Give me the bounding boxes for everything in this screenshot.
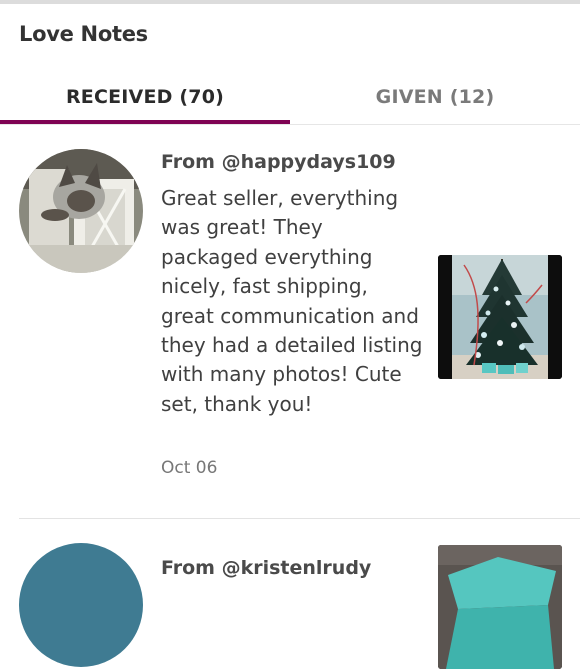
note-divider bbox=[19, 518, 580, 519]
page-title: Love Notes bbox=[19, 22, 148, 46]
avatar[interactable] bbox=[19, 543, 143, 667]
avatar[interactable] bbox=[19, 149, 143, 273]
listing-thumbnail[interactable] bbox=[438, 255, 562, 379]
tab-received-label: RECEIVED (70) bbox=[65, 86, 225, 108]
tabs-divider bbox=[0, 124, 580, 125]
tab-given[interactable]: GIVEN (12) bbox=[290, 70, 580, 124]
note-sender[interactable]: From @kristenlrudy bbox=[161, 557, 371, 579]
top-divider bbox=[0, 0, 580, 4]
note-message: Great seller, everything was great! They… bbox=[161, 186, 423, 416]
note-date: Oct 06 bbox=[161, 458, 218, 478]
note-sender[interactable]: From @happydays109 bbox=[161, 151, 396, 173]
tab-given-label: GIVEN (12) bbox=[375, 86, 495, 108]
tab-received[interactable]: RECEIVED (70) bbox=[0, 70, 290, 124]
listing-thumbnail[interactable] bbox=[438, 545, 562, 669]
tab-bar: RECEIVED (70) GIVEN (12) bbox=[0, 70, 580, 124]
